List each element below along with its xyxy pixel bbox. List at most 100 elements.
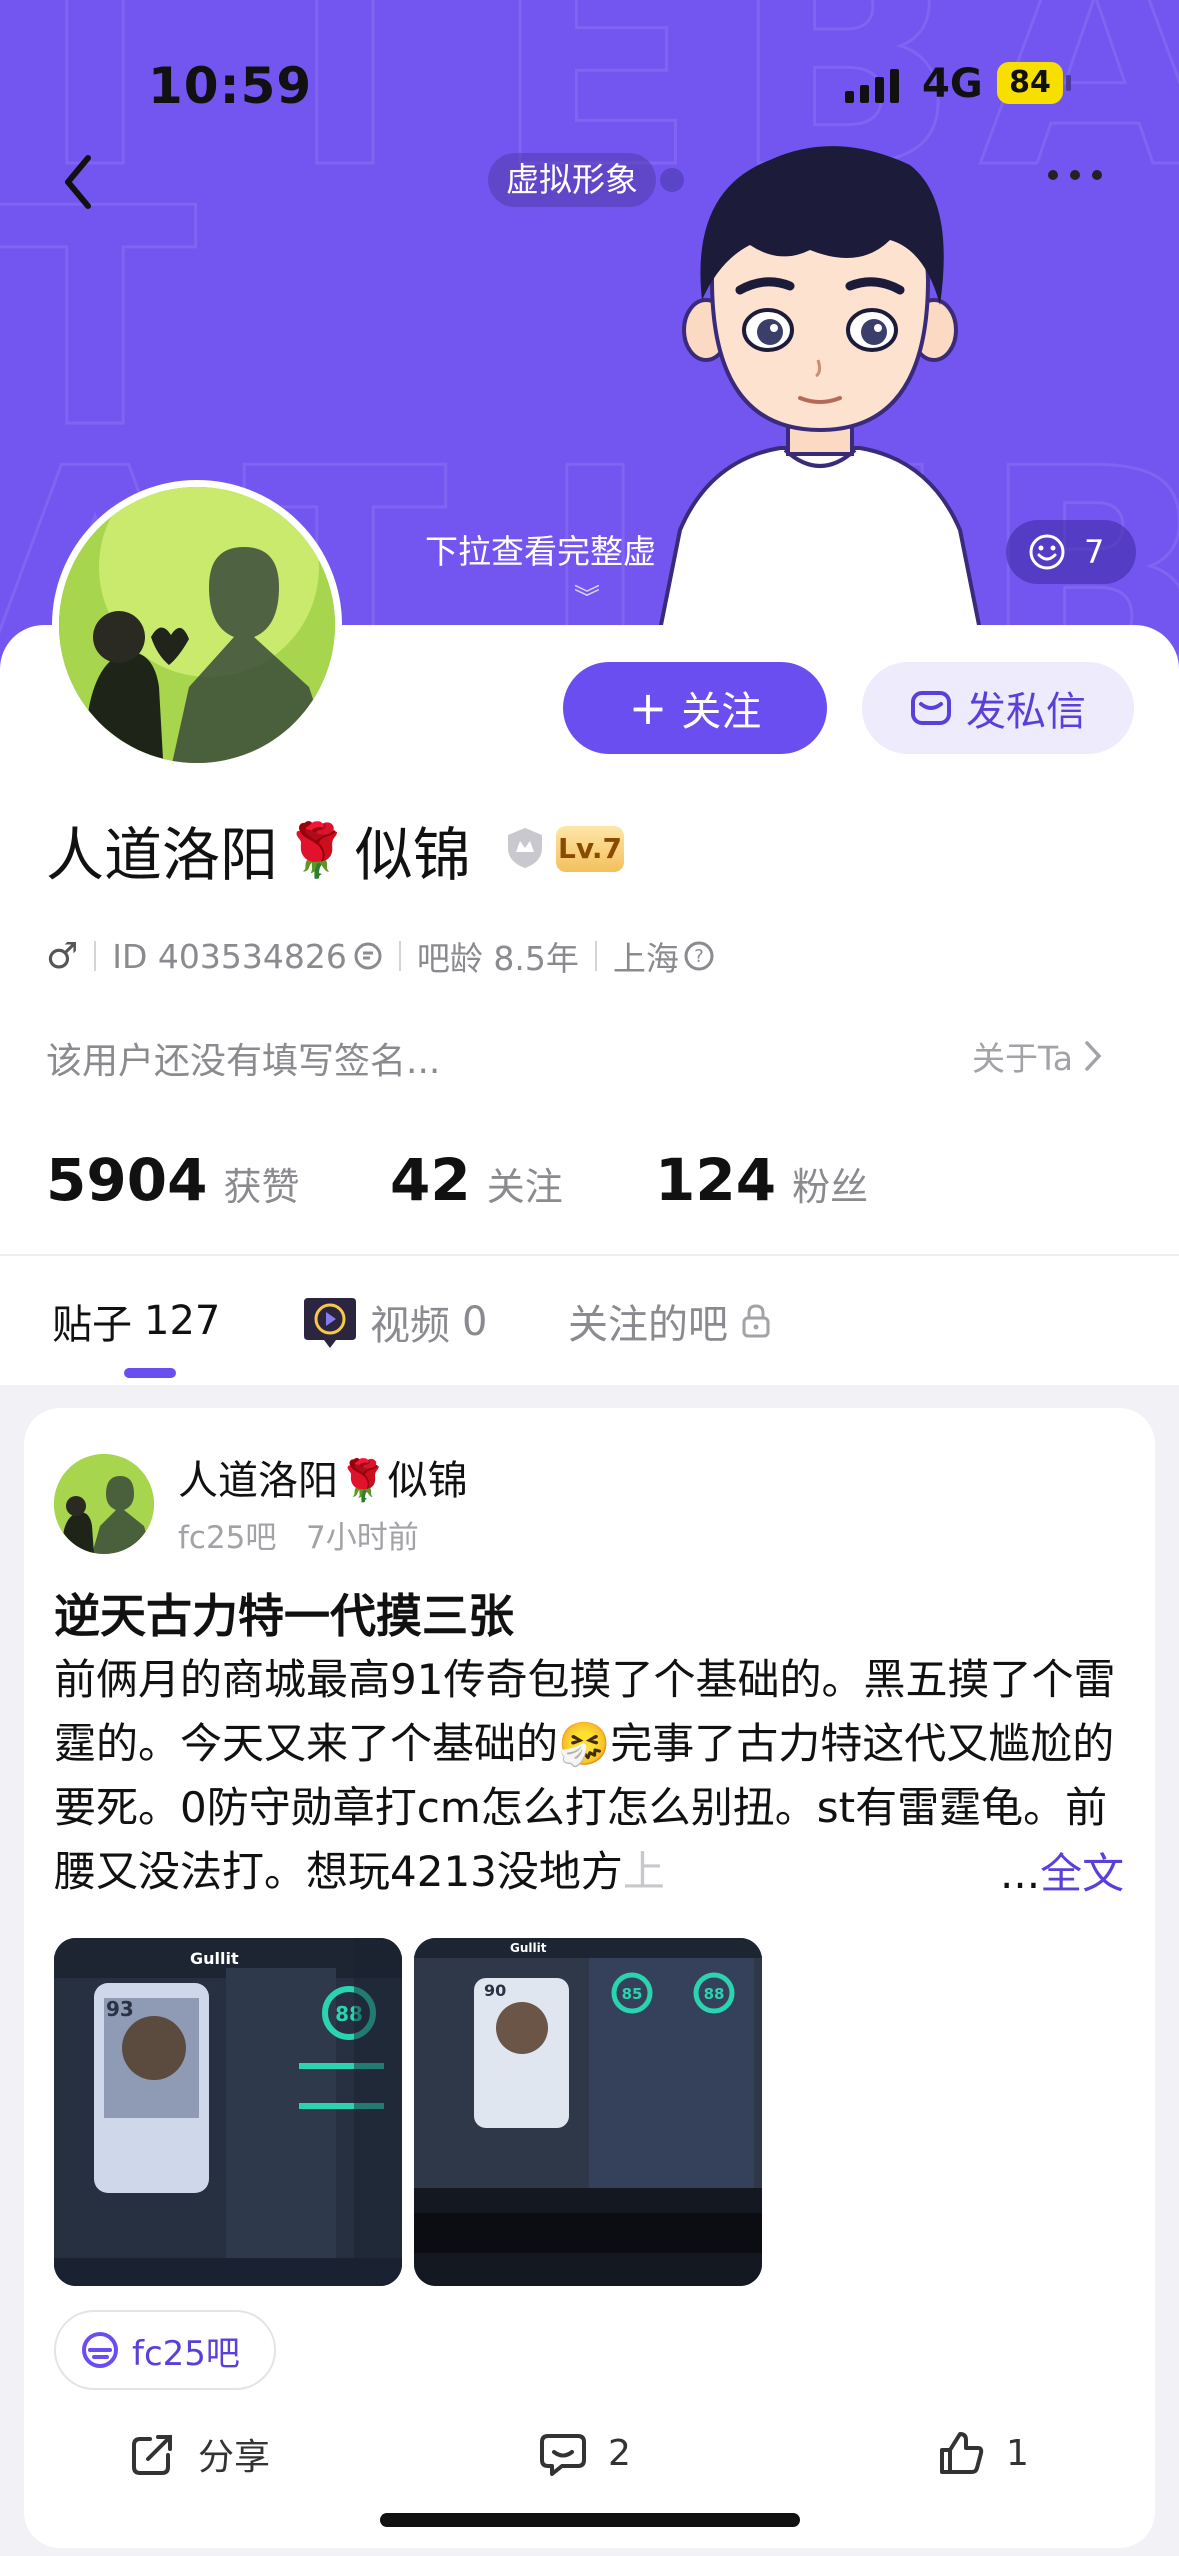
about-label: 关于Ta (972, 1039, 1073, 1078)
post-author-name[interactable]: 人道洛阳🌹似锦 (178, 1448, 468, 1506)
battery-tip (1066, 75, 1071, 91)
copy-icon[interactable] (353, 941, 383, 971)
signal-icon (845, 67, 905, 103)
profile-tabs: 贴子 127 视频 0 关注的吧 (0, 1254, 1179, 1384)
share-button[interactable]: 分享 (128, 2428, 270, 2480)
read-more-label: 全文 (1040, 1849, 1125, 1898)
about-link[interactable]: 关于Ta (972, 1032, 1103, 1080)
private-message-button[interactable]: 发私信 (862, 662, 1134, 754)
network-type: 4G (922, 61, 983, 107)
username-part1: 人道洛阳 (46, 821, 279, 889)
stat-value: 124 (655, 1146, 777, 1214)
chevron-down-icon: ︾ (574, 584, 601, 614)
video-icon (304, 1298, 356, 1348)
game-screenshot: Gullit 90 85 88 (414, 1938, 762, 2286)
follow-label: 关注 (681, 689, 762, 735)
virtual-avatar-figure[interactable] (620, 130, 1020, 630)
ellipsis: ... (1000, 1849, 1041, 1898)
like-count: 1 (1006, 2432, 1029, 2474)
comment-button[interactable]: 2 (538, 2428, 631, 2478)
post-forum[interactable]: fc25吧 (178, 1520, 276, 1556)
card-rating: 90 (484, 1981, 506, 2000)
post-image-2[interactable]: Gullit 90 85 88 (414, 1938, 762, 2286)
profile-stats: 5904 获赞 42 关注 124 粉丝 (46, 1146, 868, 1214)
post-title[interactable]: 逆天古力特一代摸三张 (54, 1580, 514, 1646)
stat-label: 关注 (486, 1165, 563, 1209)
post-body-fade: 上 (622, 1847, 665, 1896)
like-button[interactable]: 1 (936, 2428, 1029, 2478)
signature: 该用户还没有填写签名... (46, 1041, 441, 1082)
card-rating: 93 (106, 1997, 134, 2021)
tab-label: 贴子 (52, 1302, 132, 1348)
forum-age: 吧龄 8.5年 (416, 939, 579, 978)
gender-icon: ♂ (46, 935, 79, 977)
comment-icon (540, 2434, 586, 2476)
share-label: 分享 (198, 2437, 271, 2478)
plus-icon: + (628, 681, 668, 735)
rose-emoji: 🌹 (284, 820, 349, 881)
stat-value: 5904 (46, 1146, 208, 1214)
dm-label: 发私信 (966, 689, 1086, 735)
post-body[interactable]: 前俩月的商城最高91传奇包摸了个基础的。黑五摸了个雷霆的。今天又来了个基础的🤧完… (54, 1648, 1134, 1904)
forum-tag-label: fc25吧 (132, 2333, 240, 2374)
tab-posts[interactable]: 贴子 127 (52, 1292, 220, 1350)
profile-username: 人道洛阳 🌹 似锦 (46, 808, 471, 892)
thumbs-up-icon (940, 2432, 984, 2474)
help-icon[interactable]: ? (683, 940, 715, 972)
forum-icon (82, 2332, 118, 2368)
battery-icon: 84 (997, 62, 1063, 104)
comment-count: 2 (608, 2432, 631, 2474)
home-indicator[interactable] (380, 2513, 800, 2527)
forum-tag[interactable]: fc25吧 (54, 2310, 276, 2390)
post-image-1[interactable]: Gullit 93 88 (54, 1938, 402, 2286)
post-meta: fc25吧 7小时前 (178, 1512, 419, 1557)
stat-label: 获赞 (223, 1165, 300, 1209)
speed-value: 85 (622, 1985, 643, 2003)
user-id[interactable]: ID 403534826 (112, 937, 347, 976)
tab-label: 关注的吧 (568, 1302, 728, 1348)
stat-following[interactable]: 42 关注 (390, 1146, 655, 1214)
svg-text:?: ? (694, 946, 704, 967)
post-body-text: 前俩月的商城最高91传奇包摸了个基础的。黑五摸了个雷霆的。今天又来了个基础的🤧完… (54, 1655, 1116, 1896)
back-arrow-icon[interactable] (58, 152, 98, 212)
stat-label: 粉丝 (792, 1165, 869, 1209)
stat-value: 42 (390, 1146, 471, 1214)
share-icon (132, 2435, 172, 2475)
player-name: Gullit (190, 1949, 239, 1968)
follow-button[interactable]: + 关注 (563, 662, 827, 754)
tab-followed-forums[interactable]: 关注的吧 (568, 1292, 772, 1350)
pull-down-hint: 下拉查看完整虚 (425, 532, 656, 571)
message-icon (911, 691, 951, 725)
emoji-count-value: 7 (1084, 533, 1105, 571)
tab-count: 0 (462, 1299, 488, 1345)
level-badge[interactable]: Lv.7 (556, 826, 624, 872)
avatar-photo (54, 1454, 154, 1554)
read-more-link[interactable]: ...全文 (994, 1840, 1125, 1901)
active-tab-indicator (124, 1368, 176, 1378)
virtual-avatar-tag[interactable]: 虚拟形象 (488, 153, 656, 207)
lock-icon (742, 1304, 770, 1338)
profile-meta: ♂ ID 403534826 吧龄 8.5年 上海 ? (46, 932, 715, 980)
tag-dot (660, 168, 684, 192)
status-time: 10:59 (148, 57, 313, 115)
tab-count: 127 (144, 1298, 221, 1344)
more-options-icon[interactable] (1048, 170, 1112, 190)
game-screenshot: Gullit 93 88 (54, 1938, 402, 2286)
stat-followers[interactable]: 124 粉丝 (655, 1146, 868, 1214)
stat-likes[interactable]: 5904 获赞 (46, 1146, 390, 1214)
status-bar: 10:59 4G 84 (0, 55, 1179, 115)
badge-shield-icon[interactable] (504, 826, 546, 870)
smile-icon (1029, 534, 1065, 570)
shooting-value: 88 (704, 1985, 725, 2003)
tab-label: 视频 (370, 1303, 450, 1349)
location: 上海 (612, 939, 679, 978)
avatar[interactable] (52, 480, 342, 770)
player-name: Gullit (510, 1941, 547, 1955)
post-card[interactable]: 人道洛阳🌹似锦 fc25吧 7小时前 逆天古力特一代摸三张 前俩月的商城最高91… (24, 1408, 1155, 2548)
post-time: 7小时前 (305, 1520, 419, 1556)
post-author-avatar[interactable] (54, 1454, 154, 1554)
emoji-reaction-button[interactable]: 7 (1006, 520, 1136, 584)
chevron-right-icon (1085, 1041, 1102, 1071)
tab-videos[interactable]: 视频 0 (302, 1292, 487, 1352)
username-part2: 似锦 (354, 821, 471, 889)
